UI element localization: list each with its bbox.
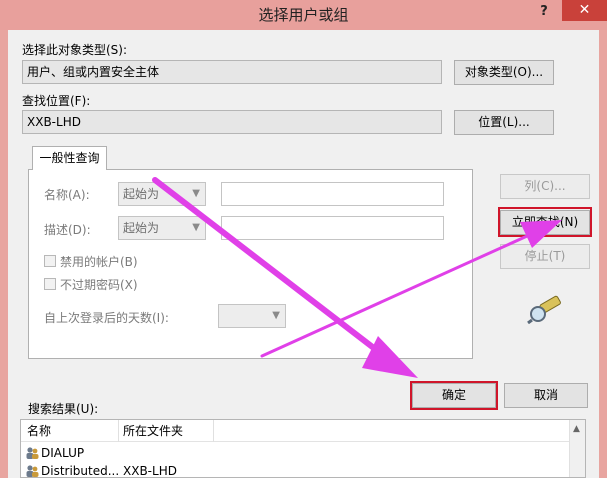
object-types-button[interactable]: 对象类型(O)... — [454, 60, 554, 85]
location-field: XXB-LHD — [22, 110, 442, 134]
table-row[interactable]: Distributed... XXB-LHD — [21, 462, 571, 478]
column-separator[interactable] — [213, 420, 214, 442]
columns-button[interactable]: 列(C)... — [500, 174, 590, 199]
results-header: 名称 所在文件夹 — [21, 420, 585, 442]
disabled-accounts-label: 禁用的帐户(B) — [60, 255, 138, 269]
days-since-login-select[interactable]: ▼ — [218, 304, 286, 328]
non-expiring-password-label: 不过期密码(X) — [60, 278, 138, 292]
find-now-highlight — [498, 207, 592, 237]
chevron-down-icon: ▼ — [272, 310, 280, 321]
column-header-name[interactable]: 名称 — [27, 420, 51, 442]
location-label: 查找位置(F): — [22, 94, 91, 108]
user-group-icon — [26, 465, 39, 477]
description-input[interactable] — [221, 216, 444, 240]
user-group-icon — [26, 447, 39, 459]
description-label: 描述(D): — [44, 223, 91, 237]
name-mode-value: 起始为 — [123, 187, 160, 201]
tab-general-query[interactable]: 一般性查询 — [32, 146, 107, 170]
description-mode-value: 起始为 — [123, 221, 160, 235]
column-header-folder[interactable]: 所在文件夹 — [123, 420, 183, 442]
chevron-down-icon: ▼ — [192, 222, 200, 233]
name-mode-select[interactable]: 起始为 ▼ — [118, 182, 206, 206]
dialog-body: 选择此对象类型(S): 用户、组或内置安全主体 对象类型(O)... 查找位置(… — [8, 30, 599, 478]
stop-button[interactable]: 停止(T) — [500, 244, 590, 269]
help-button[interactable]: ? — [530, 2, 558, 22]
column-separator[interactable] — [118, 420, 119, 442]
disabled-accounts-checkbox[interactable] — [44, 255, 56, 267]
name-input[interactable] — [221, 182, 444, 206]
result-name: DIALUP — [41, 446, 85, 460]
cancel-button[interactable]: 取消 — [504, 383, 588, 408]
result-folder: XXB-LHD — [123, 464, 177, 478]
results-list[interactable]: 名称 所在文件夹 DIALUP Distributed... XXB-LHD ▲ — [20, 419, 586, 478]
window-title: 选择用户或组 — [258, 6, 349, 24]
description-mode-select[interactable]: 起始为 ▼ — [118, 216, 206, 240]
close-button[interactable]: ✕ — [562, 0, 607, 21]
ok-highlight — [410, 381, 498, 410]
table-row[interactable]: DIALUP — [21, 444, 571, 462]
object-type-label: 选择此对象类型(S): — [22, 43, 128, 57]
days-since-login-label: 自上次登录后的天数(I): — [44, 311, 169, 325]
name-label: 名称(A): — [44, 188, 90, 202]
non-expiring-password-checkbox[interactable] — [44, 278, 56, 290]
results-scrollbar[interactable]: ▲ — [569, 420, 585, 477]
object-type-field: 用户、组或内置安全主体 — [22, 60, 442, 84]
query-panel: 名称(A): 起始为 ▼ 描述(D): 起始为 ▼ 禁用的帐户(B) 不过期密码… — [28, 169, 473, 359]
chevron-up-icon[interactable]: ▲ — [573, 424, 580, 434]
locations-button[interactable]: 位置(L)... — [454, 110, 554, 135]
results-label: 搜索结果(U): — [28, 402, 99, 416]
search-flashlight-icon — [527, 295, 561, 324]
chevron-down-icon: ▼ — [192, 188, 200, 199]
result-name: Distributed... — [41, 464, 120, 478]
